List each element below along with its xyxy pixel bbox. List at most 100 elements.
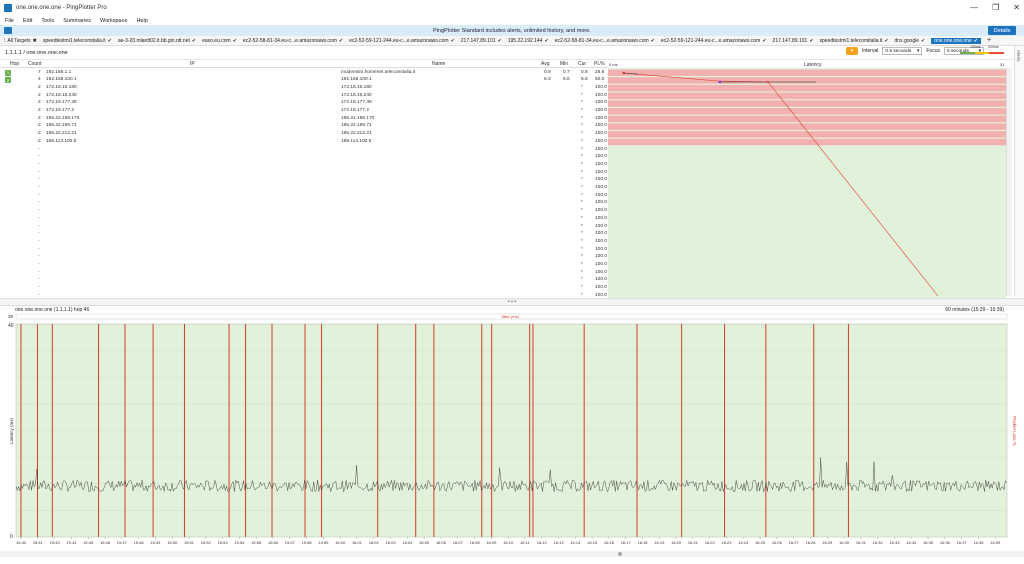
check-icon[interactable]: ✔ (545, 38, 549, 44)
cell-cur: * (581, 154, 583, 160)
table-row[interactable]: 2 172.19.177.2 172.19.177.2 * 100.0 (0, 108, 608, 116)
table-row[interactable]: 2 4 192.168.100.1 192.168.100.1 8.3 5.8 5.8 50.… (0, 77, 608, 85)
target-tab[interactable]: easo.eu.com ✔ (202, 38, 237, 44)
col-name[interactable]: Name (432, 61, 445, 67)
timeline-graph: Jitter (ms) 35 40 0 Latency (ms) Packet Loss … (0, 313, 1024, 562)
check-icon[interactable]: ✔ (339, 38, 343, 44)
table-row[interactable]: - * 100.0 (0, 185, 608, 193)
alerts-side-tab[interactable]: Alerts (1014, 46, 1024, 296)
table-row[interactable]: - * 100.0 (0, 223, 608, 231)
cell-pl: 100.0 (595, 208, 608, 214)
table-row[interactable]: - * 100.0 (0, 200, 608, 208)
target-tab[interactable]: 217.147.89.101 ✔ (461, 38, 502, 44)
cell-name: 195.22.212.21 (341, 131, 372, 137)
check-icon[interactable]: ✔ (651, 38, 655, 44)
check-icon[interactable]: ✔ (233, 38, 237, 44)
close-icon[interactable]: ✖ (33, 38, 37, 44)
table-row[interactable]: - * 100.0 (0, 277, 608, 285)
menu-summaries[interactable]: Summaries (63, 18, 91, 24)
cell-cur: * (581, 131, 583, 137)
details-button[interactable]: Details (988, 26, 1016, 35)
table-row[interactable]: - * 100.0 (0, 161, 608, 169)
tab-label: dns.google (894, 37, 919, 44)
x-tick-label: 16:26 (772, 540, 783, 545)
table-row[interactable]: 2 195.22.196.170 195.22.196.170 * 100.0 (0, 115, 608, 123)
x-tick-label: 16:04 (402, 540, 413, 545)
check-icon[interactable]: ✔ (192, 38, 196, 44)
table-row[interactable]: - * 100.0 (0, 154, 608, 162)
tab-all-targets[interactable]: ⁞ All Targets ✖ (4, 38, 37, 44)
target-tab[interactable]: 217.147.89.101 ✔ (773, 38, 814, 44)
target-tab[interactable]: dns.google ✔ (895, 38, 926, 44)
col-cur[interactable]: Cur (578, 61, 586, 67)
table-row[interactable]: 2 172.18.16.240 172.18.16.240 * 100.0 (0, 92, 608, 100)
col-count[interactable]: Count (28, 61, 41, 67)
pane-splitter[interactable]: • • • (0, 298, 1024, 306)
col-ip[interactable]: IP (190, 61, 195, 67)
table-row[interactable]: 2 188.114.100.5 188.114.100.5 * 100.0 (0, 138, 608, 146)
target-tab[interactable]: ec2-52-59-121-244.eu-c...e.amazonaws.com… (349, 38, 455, 44)
target-tab[interactable]: speedtestmi1.telecomitalia.it ✔ (43, 38, 112, 44)
target-tab[interactable]: one.one.one.one ✔ (931, 37, 981, 44)
target-tab[interactable]: ec2-52-59-121-244.eu-c...e.amazonaws.com… (661, 38, 767, 44)
target-tab[interactable]: speedtestmi1.telecomitalia.it ✔ (820, 38, 889, 44)
check-icon[interactable]: ✔ (108, 38, 112, 44)
check-icon[interactable]: ✔ (809, 38, 813, 44)
target-tab[interactable]: ec2-52-58-81-34.eu-c...e.amazonaws.com ✔ (243, 38, 343, 44)
cell-pl: 100.0 (595, 84, 608, 90)
minimize-icon[interactable]: — (970, 3, 978, 12)
col-pl[interactable]: PL% (594, 61, 605, 67)
table-row[interactable]: - * 100.0 (0, 246, 608, 254)
col-hop[interactable]: Hop (10, 61, 19, 67)
table-row[interactable]: 1 7 192.168.1.1 modemtim.homenet.telecomita… (0, 69, 608, 77)
table-row[interactable]: 2 195.22.196.71 195.22.196.71 * 100.0 (0, 123, 608, 131)
cell-ip: 188.114.100.5 (46, 138, 77, 144)
check-icon[interactable]: ✔ (762, 38, 766, 44)
check-icon[interactable]: ✔ (451, 38, 455, 44)
close-icon[interactable]: ✕ (1013, 3, 1020, 12)
table-row[interactable]: - * 100.0 (0, 177, 608, 185)
menu-help[interactable]: Help (136, 18, 147, 24)
table-row[interactable]: - * 100.0 (0, 231, 608, 239)
table-row[interactable]: - * 100.0 (0, 254, 608, 262)
menu-edit[interactable]: Edit (23, 18, 32, 24)
table-row[interactable]: 2 195.22.212.21 195.22.212.21 * 100.0 (0, 131, 608, 139)
menu-workspace[interactable]: Workspace (100, 18, 127, 24)
y-max-label: 40 (8, 323, 14, 329)
table-row[interactable]: - * 100.0 (0, 169, 608, 177)
table-row[interactable]: - * 100.0 (0, 285, 608, 293)
target-tab[interactable]: ec2-52-58-81-34.eu-c...e.amazonaws.com ✔ (555, 38, 655, 44)
table-row[interactable]: - * 100.0 (0, 215, 608, 223)
packet-loss-bar (608, 84, 1006, 92)
check-icon[interactable]: ✔ (884, 38, 888, 44)
table-row[interactable]: - * 100.0 (0, 192, 608, 200)
table-row[interactable]: 2 172.18.16.180 172.18.16.180 * 100.0 (0, 84, 608, 92)
legend-gradient (960, 52, 1004, 54)
col-avg[interactable]: Avg (541, 61, 550, 67)
check-icon[interactable]: ✔ (974, 38, 978, 44)
check-icon[interactable]: ✔ (921, 38, 925, 44)
vertical-scrollbar[interactable] (1006, 68, 1012, 296)
table-row[interactable]: 2 172.19.177.38 172.19.177.38 * 100.0 (0, 100, 608, 108)
cell-ip: 172.19.177.38 (46, 100, 77, 106)
interval-select[interactable]: 0.5 seconds ▾ (882, 47, 923, 55)
cell-count: - (38, 192, 40, 198)
trace-toggle-button[interactable]: ▾ (845, 47, 858, 55)
table-row[interactable]: - * 100.0 (0, 262, 608, 270)
target-tab[interactable]: ae-3-20.mlantt02.it.bb.gin.ntt.net ✔ (118, 38, 196, 44)
table-row[interactable]: - * 100.0 (0, 269, 608, 277)
table-row[interactable]: - * 100.0 (0, 238, 608, 246)
menu-tools[interactable]: Tools (41, 18, 54, 24)
cell-count: 2 (38, 92, 41, 98)
x-tick-label: 16:12 (537, 540, 548, 545)
x-tick-label: 15:57 (285, 540, 296, 545)
menu-file[interactable]: File (5, 18, 14, 24)
restore-icon[interactable]: ❐ (992, 3, 999, 12)
table-row[interactable]: - * 100.0 (0, 208, 608, 216)
add-target-button[interactable]: + (987, 37, 991, 44)
x-tick-label: 15:58 (302, 540, 313, 545)
table-row[interactable]: - * 100.0 (0, 146, 608, 154)
target-tab[interactable]: 195.22.192.144 ✔ (508, 38, 549, 44)
col-min[interactable]: Min (560, 61, 568, 67)
check-icon[interactable]: ✔ (498, 38, 502, 44)
